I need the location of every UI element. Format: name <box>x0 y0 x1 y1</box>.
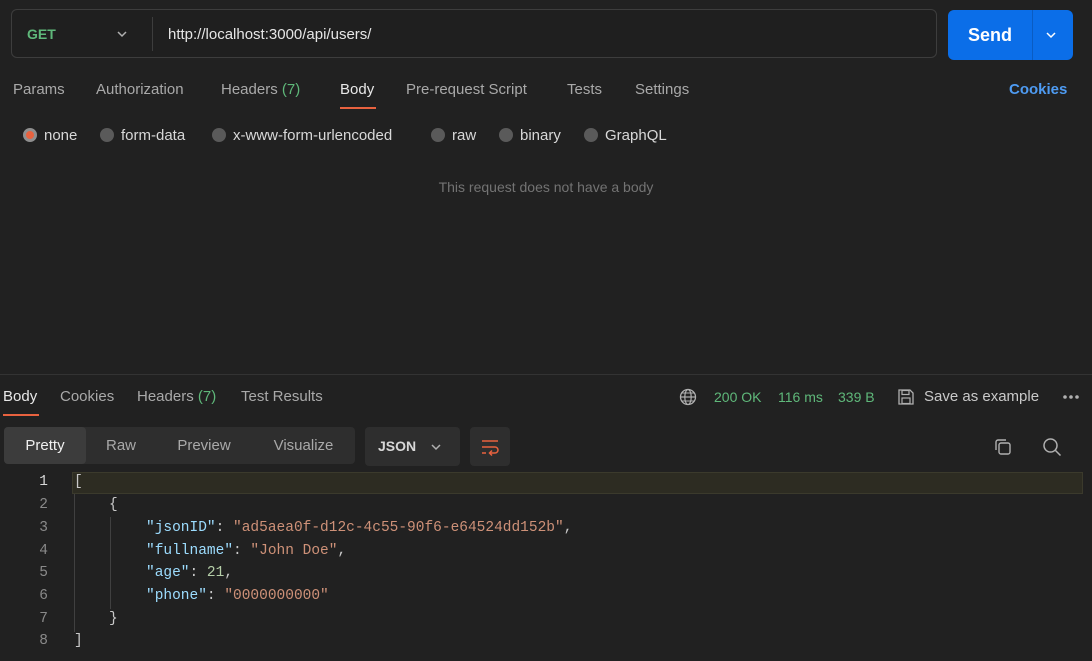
divider <box>1032 10 1033 60</box>
response-tab-headers[interactable]: Headers (7) <box>137 387 216 407</box>
view-pretty[interactable]: Pretty <box>4 427 86 464</box>
line-number: 1 <box>39 474 48 490</box>
send-button-group: Send <box>948 10 1073 60</box>
wrap-lines-button[interactable] <box>470 427 510 466</box>
tab-label: Headers <box>221 81 278 98</box>
radio-label: binary <box>520 127 561 144</box>
radio-label: none <box>44 127 78 144</box>
response-tab-test-results[interactable]: Test Results <box>241 387 323 407</box>
line-number: 4 <box>39 543 48 559</box>
tab-pre-request-script[interactable]: Pre-request Script <box>406 80 527 100</box>
tab-body[interactable]: Body <box>340 80 374 100</box>
response-time[interactable]: 116 ms <box>778 387 823 407</box>
code-line: "phone": "0000000000" <box>146 588 329 604</box>
open-bracket: [ <box>74 474 83 490</box>
open-brace: { <box>109 497 118 513</box>
line-number: 5 <box>39 565 48 581</box>
radio-selected-icon <box>23 128 37 142</box>
pane-divider[interactable] <box>0 374 1092 375</box>
url-bar: GET http://localhost:3000/api/users/ <box>11 9 937 58</box>
header-count: (7) <box>197 388 217 405</box>
json-string: "0000000000" <box>224 588 329 604</box>
json-key: "fullname" <box>146 543 234 559</box>
method-select[interactable]: GET <box>27 10 56 59</box>
tab-tests[interactable]: Tests <box>567 80 602 100</box>
response-tab-body[interactable]: Body <box>3 387 37 407</box>
tab-label: Headers <box>137 388 194 405</box>
line-number: 3 <box>39 520 48 536</box>
tab-headers[interactable]: Headers (7) <box>221 80 300 100</box>
format-label: JSON <box>378 438 417 454</box>
radio-label: x-www-form-urlencoded <box>233 127 393 144</box>
code-line: "age": 21, <box>146 565 233 581</box>
indent-guide <box>74 494 75 632</box>
copy-icon[interactable] <box>993 437 1013 457</box>
line-number: 6 <box>39 588 48 604</box>
colon: : <box>206 588 225 604</box>
response-size[interactable]: 339 B <box>838 387 875 407</box>
active-tab-indicator <box>3 414 39 416</box>
divider <box>152 17 153 51</box>
json-number: 21 <box>206 565 225 581</box>
tab-params[interactable]: Params <box>13 80 65 100</box>
radio-label: form-data <box>121 127 186 144</box>
chevron-down-icon <box>431 444 441 451</box>
header-count: (7) <box>281 81 301 98</box>
radio-icon <box>431 128 445 142</box>
current-line-highlight <box>72 472 1083 494</box>
cookies-link[interactable]: Cookies <box>1009 80 1067 100</box>
response-tab-cookies[interactable]: Cookies <box>60 387 114 407</box>
radio-label: raw <box>452 127 477 144</box>
json-key: "age" <box>146 565 190 581</box>
radio-icon <box>499 128 513 142</box>
json-string: "ad5aea0f-d12c-4c55-90f6-e64524dd152b" <box>233 520 564 536</box>
format-select[interactable]: JSON <box>365 427 460 466</box>
code-line: { <box>109 497 118 513</box>
chevron-down-icon[interactable] <box>1045 29 1057 41</box>
radio-icon <box>100 128 114 142</box>
colon: : <box>215 520 234 536</box>
json-key: "phone" <box>146 588 207 604</box>
view-visualize[interactable]: Visualize <box>252 427 355 464</box>
code-line: "jsonID": "ad5aea0f-d12c-4c55-90f6-e6452… <box>146 520 572 536</box>
line-number: 2 <box>39 497 48 513</box>
close-bracket: ] <box>74 633 83 649</box>
search-icon[interactable] <box>1042 437 1062 457</box>
colon: : <box>189 565 207 581</box>
view-preview[interactable]: Preview <box>156 427 252 464</box>
line-number: 8 <box>39 633 48 649</box>
json-key: "jsonID" <box>146 520 216 536</box>
status-code[interactable]: 200 OK <box>714 387 761 407</box>
comma: , <box>563 520 573 536</box>
comma: , <box>337 543 347 559</box>
globe-icon[interactable] <box>679 388 697 406</box>
view-mode-group: Pretty Raw Preview Visualize <box>4 427 355 464</box>
comma: , <box>224 565 234 581</box>
empty-body-message: This request does not have a body <box>438 179 654 195</box>
wrap-icon <box>482 440 499 457</box>
radio-icon <box>212 128 226 142</box>
indent-guide <box>110 517 111 609</box>
code-line: [ <box>74 474 83 490</box>
view-raw[interactable]: Raw <box>86 427 156 464</box>
radio-label: GraphQL <box>605 127 667 144</box>
json-string: "John Doe" <box>250 543 338 559</box>
tab-settings[interactable]: Settings <box>635 80 689 100</box>
code-line: ] <box>74 633 83 649</box>
tab-authorization[interactable]: Authorization <box>96 80 184 100</box>
save-icon[interactable] <box>897 388 915 406</box>
active-tab-indicator <box>340 107 376 109</box>
colon: : <box>233 543 251 559</box>
chevron-down-icon[interactable] <box>116 28 128 40</box>
url-input[interactable]: http://localhost:3000/api/users/ <box>168 10 371 59</box>
line-number: 7 <box>39 611 48 627</box>
code-line: "fullname": "John Doe", <box>146 543 346 559</box>
close-brace: } <box>109 611 118 627</box>
radio-icon <box>584 128 598 142</box>
send-button[interactable]: Send <box>948 10 1032 60</box>
more-options-icon[interactable] <box>1062 393 1080 401</box>
save-as-example-button[interactable]: Save as example <box>924 387 1039 407</box>
code-line: } <box>109 611 118 627</box>
